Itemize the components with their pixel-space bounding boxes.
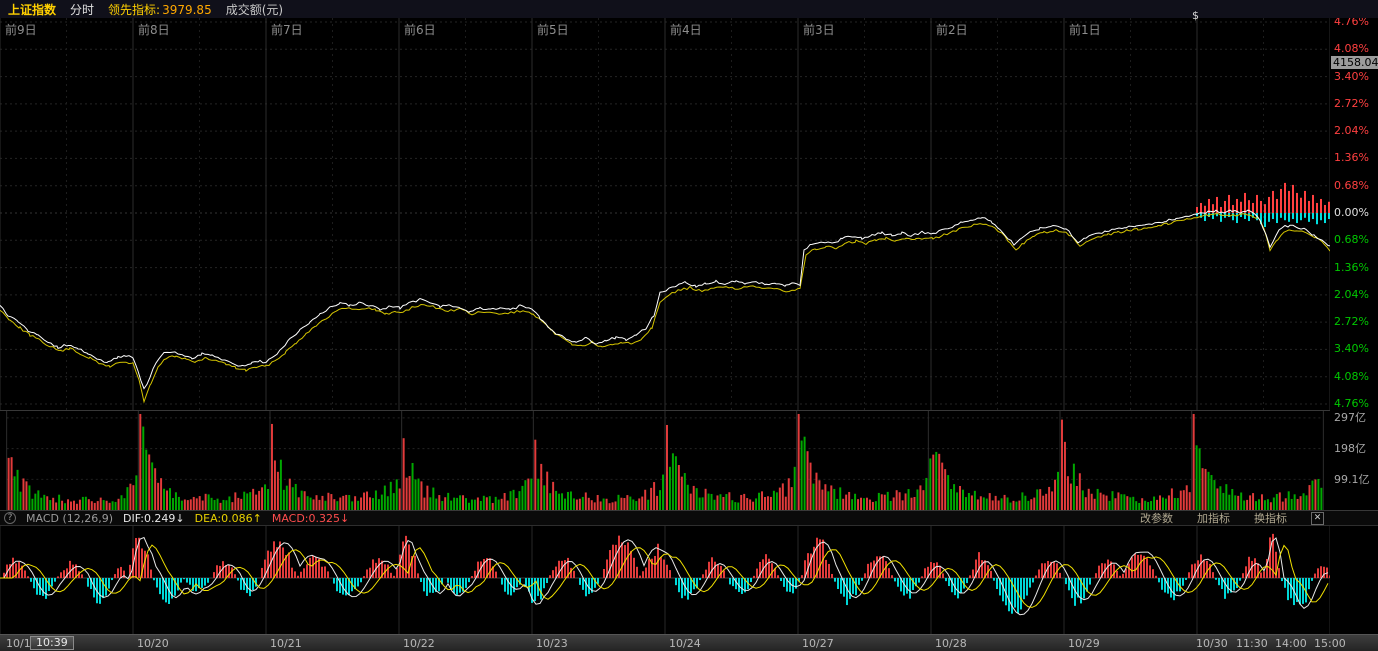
- lead-indicator-value: 3979.85: [162, 3, 212, 17]
- macd-header: ? MACD (12,26,9) DIF:0.249↓ DEA:0.086↑ M…: [0, 510, 1378, 526]
- percent-axis-label: 0.68%: [1334, 181, 1369, 191]
- time-tick-label: 10/27: [802, 637, 834, 650]
- volume-axis: 297亿 198亿 99.1亿: [1330, 410, 1378, 510]
- time-tick-label: 15:00: [1314, 637, 1346, 650]
- help-icon[interactable]: ?: [4, 512, 16, 524]
- percent-axis-label: 2.04%: [1334, 290, 1369, 300]
- day-label: 前5日: [537, 22, 569, 37]
- percent-axis-label: 3.40%: [1334, 344, 1369, 354]
- percent-axis-label: 2.72%: [1334, 317, 1369, 327]
- money-marker-icon: $: [1192, 9, 1199, 22]
- macd-title[interactable]: MACD (12,26,9): [26, 512, 113, 525]
- percent-axis-label: 0.00%: [1334, 208, 1369, 218]
- volume-axis-label: 297亿: [1334, 413, 1366, 423]
- day-label: 前7日: [271, 22, 303, 37]
- percent-axis: 4.76% 4.08% 3.40% 2.72% 2.04% 1.36% 0.68% 0.00%…: [1330, 18, 1378, 410]
- dif-value: DIF:0.249↓: [123, 512, 185, 525]
- time-tick-label: 14:00: [1275, 637, 1307, 650]
- time-tick-label: 10/23: [536, 637, 568, 650]
- time-indicator-box[interactable]: 10:39: [30, 636, 74, 650]
- day-label: 前4日: [670, 22, 702, 37]
- change-params-button[interactable]: 改参数: [1140, 510, 1173, 526]
- percent-axis-label: 4.08%: [1334, 372, 1369, 382]
- price-chart[interactable]: 前9日 前8日 前7日 前6日 前5日 前4日 前3日 前2日 前1日: [0, 18, 1330, 410]
- mode-label[interactable]: 分时: [70, 1, 94, 18]
- day-label: 前8日: [138, 22, 170, 37]
- percent-axis-label: 1.36%: [1334, 153, 1369, 163]
- volume-axis-label: 99.1亿: [1334, 475, 1370, 485]
- lead-indicator-label: 领先指标:: [108, 3, 160, 17]
- time-tick-label: 10/28: [935, 637, 967, 650]
- percent-axis-label: 4.76%: [1334, 17, 1369, 27]
- day-label: 前3日: [803, 22, 835, 37]
- percent-axis-label: 2.72%: [1334, 99, 1369, 109]
- time-tick-label: 10/22: [403, 637, 435, 650]
- turnover-label: 成交额(元): [226, 1, 283, 18]
- day-label: 前9日: [5, 22, 37, 37]
- day-label: 前1日: [1069, 22, 1101, 37]
- time-tick-label: 10/24: [669, 637, 701, 650]
- time-tick-label: 11:30: [1236, 637, 1268, 650]
- time-tick-label: 10/20: [137, 637, 169, 650]
- dea-value: DEA:0.086↑: [195, 512, 262, 525]
- symbol-name[interactable]: 上证指数: [8, 1, 56, 18]
- lead-indicator: 领先指标:3979.85: [108, 1, 212, 18]
- price-tag: 4158.04: [1331, 56, 1378, 69]
- percent-axis-label: 0.68%: [1334, 235, 1369, 245]
- macd-chart[interactable]: [0, 526, 1330, 634]
- volume-axis-label: 198亿: [1334, 444, 1366, 454]
- percent-axis-label: 4.08%: [1334, 44, 1369, 54]
- close-indicator-button[interactable]: ✕: [1311, 512, 1324, 525]
- day-label: 前6日: [404, 22, 436, 37]
- percent-axis-label: 2.04%: [1334, 126, 1369, 136]
- macd-value: MACD:0.325↓: [272, 512, 349, 525]
- time-tick-label: 10/30: [1196, 637, 1228, 650]
- percent-axis-label: 1.36%: [1334, 263, 1369, 273]
- volume-chart[interactable]: [0, 410, 1330, 510]
- time-tick-label: 10/29: [1068, 637, 1100, 650]
- percent-axis-label: 3.40%: [1334, 72, 1369, 82]
- time-axis-bar: 10/1710:3910/2010/2110/2210/2310/2410/27…: [0, 634, 1378, 651]
- day-label: 前2日: [936, 22, 968, 37]
- header-bar: 上证指数 分时 领先指标:3979.85 成交额(元): [0, 0, 1378, 18]
- time-tick-label: 10/21: [270, 637, 302, 650]
- percent-axis-label: 4.76%: [1334, 399, 1369, 409]
- switch-indicator-button[interactable]: 换指标: [1254, 510, 1287, 526]
- stock-app-window: 上证指数 分时 领先指标:3979.85 成交额(元) 前9日 前8日 前7日 前6日…: [0, 0, 1378, 651]
- add-indicator-button[interactable]: 加指标: [1197, 510, 1230, 526]
